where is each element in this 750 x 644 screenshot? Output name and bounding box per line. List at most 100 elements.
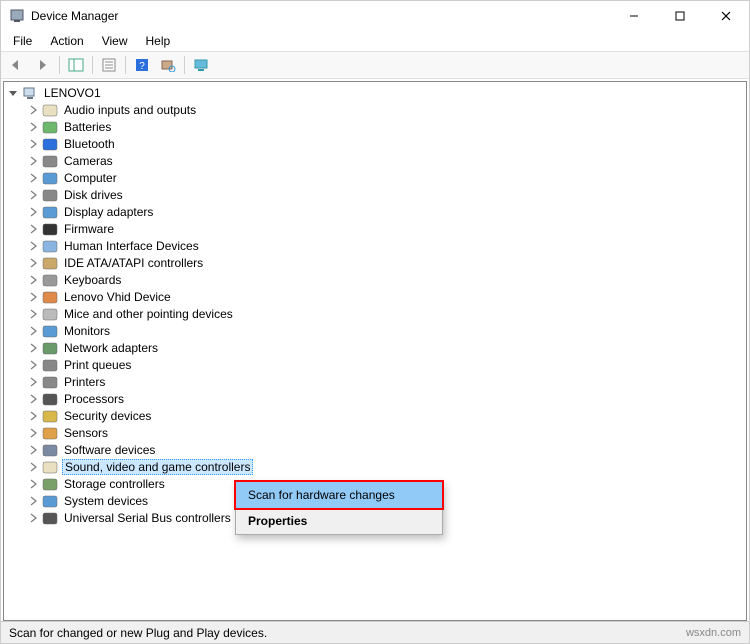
chevron-right-icon[interactable] bbox=[26, 477, 40, 491]
tree-item-label: Storage controllers bbox=[62, 477, 167, 491]
device-category-icon bbox=[42, 204, 58, 220]
tree-item-label: Lenovo Vhid Device bbox=[62, 290, 173, 304]
device-category-icon bbox=[42, 323, 58, 339]
tree-item-label: Audio inputs and outputs bbox=[62, 103, 198, 117]
tree-item[interactable]: Computer bbox=[4, 169, 746, 186]
tree-item[interactable]: Processors bbox=[4, 390, 746, 407]
tree-item[interactable]: Display adapters bbox=[4, 203, 746, 220]
chevron-right-icon[interactable] bbox=[26, 273, 40, 287]
scan-hardware-button[interactable] bbox=[156, 54, 180, 76]
menubar: File Action View Help bbox=[1, 31, 749, 51]
tree-item[interactable]: IDE ATA/ATAPI controllers bbox=[4, 254, 746, 271]
tree-item[interactable]: Printers bbox=[4, 373, 746, 390]
ctx-properties[interactable]: Properties bbox=[236, 508, 442, 534]
tree-root[interactable]: LENOVO1 bbox=[4, 84, 746, 101]
tree-root-label: LENOVO1 bbox=[42, 86, 103, 100]
tree-item-label: IDE ATA/ATAPI controllers bbox=[62, 256, 205, 270]
tree-item[interactable]: Keyboards bbox=[4, 271, 746, 288]
tree-item[interactable]: Print queues bbox=[4, 356, 746, 373]
tree-item-label: Mice and other pointing devices bbox=[62, 307, 235, 321]
chevron-right-icon[interactable] bbox=[26, 426, 40, 440]
toolbar-separator bbox=[92, 56, 93, 74]
expander-icon[interactable] bbox=[6, 86, 20, 100]
device-category-icon bbox=[42, 272, 58, 288]
device-category-icon bbox=[42, 153, 58, 169]
tree-item-label: Batteries bbox=[62, 120, 113, 134]
show-hide-tree-button[interactable] bbox=[64, 54, 88, 76]
chevron-right-icon[interactable] bbox=[26, 341, 40, 355]
tree-item[interactable]: Bluetooth bbox=[4, 135, 746, 152]
tree-item[interactable]: Cameras bbox=[4, 152, 746, 169]
chevron-right-icon[interactable] bbox=[26, 188, 40, 202]
menu-view[interactable]: View bbox=[94, 32, 136, 50]
monitor-button[interactable] bbox=[189, 54, 213, 76]
chevron-right-icon[interactable] bbox=[26, 392, 40, 406]
chevron-right-icon[interactable] bbox=[26, 103, 40, 117]
back-button[interactable] bbox=[5, 54, 29, 76]
tree-item[interactable]: Sensors bbox=[4, 424, 746, 441]
menu-help[interactable]: Help bbox=[138, 32, 179, 50]
device-category-icon bbox=[42, 255, 58, 271]
tree-item[interactable]: Audio inputs and outputs bbox=[4, 101, 746, 118]
chevron-right-icon[interactable] bbox=[26, 239, 40, 253]
menu-action[interactable]: Action bbox=[42, 32, 91, 50]
chevron-right-icon[interactable] bbox=[26, 324, 40, 338]
tree-item-label: Processors bbox=[62, 392, 126, 406]
tree-item[interactable]: Sound, video and game controllers bbox=[4, 458, 746, 475]
chevron-right-icon[interactable] bbox=[26, 358, 40, 372]
chevron-right-icon[interactable] bbox=[26, 290, 40, 304]
tree-item[interactable]: Network adapters bbox=[4, 339, 746, 356]
device-category-icon bbox=[42, 170, 58, 186]
watermark: wsxdn.com bbox=[686, 627, 741, 639]
chevron-right-icon[interactable] bbox=[26, 375, 40, 389]
minimize-button[interactable] bbox=[611, 1, 657, 31]
tree-item[interactable]: Mice and other pointing devices bbox=[4, 305, 746, 322]
close-button[interactable] bbox=[703, 1, 749, 31]
tree-item[interactable]: Security devices bbox=[4, 407, 746, 424]
tree-item[interactable]: Lenovo Vhid Device bbox=[4, 288, 746, 305]
chevron-right-icon[interactable] bbox=[26, 443, 40, 457]
ctx-scan-hardware[interactable]: Scan for hardware changes bbox=[236, 482, 442, 508]
tree-item[interactable]: Firmware bbox=[4, 220, 746, 237]
help-button[interactable]: ? bbox=[130, 54, 154, 76]
tree-item-label: Sensors bbox=[62, 426, 110, 440]
device-category-icon bbox=[42, 510, 58, 526]
chevron-right-icon[interactable] bbox=[26, 460, 40, 474]
chevron-right-icon[interactable] bbox=[26, 511, 40, 525]
tree-item-label: Universal Serial Bus controllers bbox=[62, 511, 233, 525]
tree-item-label: Bluetooth bbox=[62, 137, 117, 151]
menu-file[interactable]: File bbox=[5, 32, 40, 50]
chevron-right-icon[interactable] bbox=[26, 154, 40, 168]
device-category-icon bbox=[42, 102, 58, 118]
chevron-right-icon[interactable] bbox=[26, 494, 40, 508]
properties-button[interactable] bbox=[97, 54, 121, 76]
tree-item-label: Software devices bbox=[62, 443, 157, 457]
chevron-right-icon[interactable] bbox=[26, 222, 40, 236]
status-text: Scan for changed or new Plug and Play de… bbox=[9, 626, 267, 640]
tree-item-label: Disk drives bbox=[62, 188, 125, 202]
tree-item-label: Printers bbox=[62, 375, 107, 389]
tree-item[interactable]: Disk drives bbox=[4, 186, 746, 203]
tree-item[interactable]: Software devices bbox=[4, 441, 746, 458]
chevron-right-icon[interactable] bbox=[26, 205, 40, 219]
device-category-icon bbox=[42, 289, 58, 305]
window-controls bbox=[611, 1, 749, 31]
chevron-right-icon[interactable] bbox=[26, 307, 40, 321]
tree-item-label: Human Interface Devices bbox=[62, 239, 201, 253]
tree-item-label: Firmware bbox=[62, 222, 116, 236]
tree-item[interactable]: Monitors bbox=[4, 322, 746, 339]
maximize-button[interactable] bbox=[657, 1, 703, 31]
tree-item[interactable]: Human Interface Devices bbox=[4, 237, 746, 254]
device-category-icon bbox=[42, 391, 58, 407]
tree-item[interactable]: Batteries bbox=[4, 118, 746, 135]
chevron-right-icon[interactable] bbox=[26, 120, 40, 134]
forward-button[interactable] bbox=[31, 54, 55, 76]
device-tree[interactable]: LENOVO1 Audio inputs and outputs Batterie… bbox=[3, 81, 747, 621]
chevron-right-icon[interactable] bbox=[26, 137, 40, 151]
tree-item-label: Keyboards bbox=[62, 273, 123, 287]
device-category-icon bbox=[42, 136, 58, 152]
chevron-right-icon[interactable] bbox=[26, 256, 40, 270]
chevron-right-icon[interactable] bbox=[26, 409, 40, 423]
device-category-icon bbox=[42, 187, 58, 203]
chevron-right-icon[interactable] bbox=[26, 171, 40, 185]
